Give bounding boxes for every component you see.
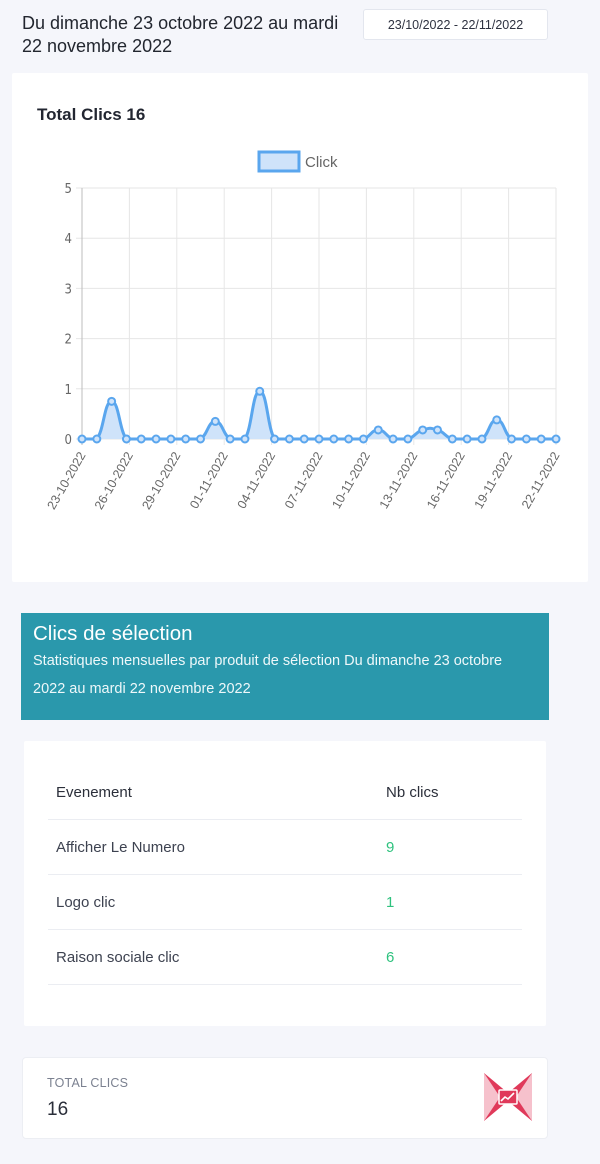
data-point [255, 386, 265, 396]
data-point [536, 434, 546, 444]
chart-logo-icon [484, 1073, 532, 1121]
column-header-clicks: Nb clics [378, 766, 522, 820]
x-tick-label: 19-11-2022 [472, 449, 516, 511]
data-point [240, 434, 250, 444]
y-tick-label: 1 [65, 383, 72, 398]
y-tick-label: 4 [65, 232, 72, 247]
data-point [92, 434, 102, 444]
x-tick-label: 13-11-2022 [377, 449, 421, 511]
data-point [329, 434, 339, 444]
data-point [373, 425, 383, 435]
selection-title: Clics de sélection [33, 622, 193, 645]
x-tick-label: 22-11-2022 [519, 449, 563, 511]
data-point [447, 434, 457, 444]
data-point [225, 434, 235, 444]
data-point [121, 434, 131, 444]
data-point [521, 434, 531, 444]
table-row: Raison sociale clic 6 [48, 929, 522, 985]
data-point [107, 396, 117, 406]
event-cell: Logo clic [48, 874, 378, 930]
data-point [151, 434, 161, 444]
data-point [166, 434, 176, 444]
y-tick-label: 3 [65, 282, 72, 297]
selection-subtitle: Statistiques mensuelles par produit de s… [33, 653, 503, 697]
data-point [403, 434, 413, 444]
y-tick-label: 5 [65, 182, 72, 197]
legend-swatch [257, 150, 301, 173]
data-point [388, 434, 398, 444]
column-header-event: Evenement [48, 766, 378, 820]
selection-banner: Clics de sélection Statistiques mensuell… [21, 613, 549, 720]
x-tick-label: 07-11-2022 [282, 449, 326, 511]
data-point [77, 434, 87, 444]
event-cell: Raison sociale clic [48, 929, 378, 985]
clicks-cell: 9 [378, 819, 522, 875]
x-tick-label: 01-11-2022 [187, 449, 231, 511]
data-point [492, 415, 502, 425]
page-title: Du dimanche 23 octobre 2022 au mardi 22 … [22, 13, 339, 56]
x-tick-label: 10-11-2022 [329, 449, 373, 511]
data-point [551, 434, 561, 444]
x-tick-label: 16-11-2022 [424, 449, 468, 511]
y-tick-label: 0 [65, 433, 72, 448]
data-point [284, 434, 294, 444]
table-row: Logo clic 1 [48, 874, 522, 930]
data-point [299, 434, 309, 444]
clicks-chart: 0 1 2 3 4 5 23-10-2022 26-10-2022 29-10-2022 01-1… [44, 150, 563, 512]
chart-card: Total Clics 16 0 1 2 3 4 5 23-10-2022 26-10-202… [12, 73, 588, 582]
data-point [136, 434, 146, 444]
x-tick-label: 26-10-2022 [92, 449, 136, 511]
data-point [210, 416, 220, 426]
total-clicks-value: 16 [47, 1099, 69, 1120]
data-point [270, 434, 280, 444]
data-point [344, 434, 354, 444]
data-point [477, 434, 487, 444]
total-clicks-label: TOTAL CLICS [47, 1076, 129, 1090]
data-point [358, 434, 368, 444]
data-point [196, 434, 205, 444]
data-point [181, 434, 191, 444]
clicks-cell: 6 [378, 929, 522, 985]
table-row: Afficher Le Numero 9 [48, 819, 522, 875]
legend-label: Click [305, 154, 338, 171]
x-tick-label: 04-11-2022 [235, 449, 279, 511]
total-clicks-card: TOTAL CLICS 16 [22, 1057, 548, 1139]
clicks-cell: 1 [378, 874, 522, 930]
data-point [507, 434, 517, 444]
event-cell: Afficher Le Numero [48, 819, 378, 875]
x-tick-label: 23-10-2022 [44, 449, 88, 511]
data-point [418, 425, 428, 435]
date-range-picker[interactable]: 23/10/2022 - 22/11/2022 [363, 9, 548, 40]
stats-table-card: Evenement Nb clics Afficher Le Numero 9 … [24, 741, 546, 1026]
table-header-row: Evenement Nb clics [48, 766, 522, 820]
data-point [462, 434, 472, 444]
stats-table: Evenement Nb clics Afficher Le Numero 9 … [48, 766, 522, 985]
x-tick-label: 29-10-2022 [139, 449, 183, 511]
y-tick-label: 2 [65, 333, 72, 348]
data-point [314, 434, 324, 444]
data-point [433, 425, 442, 435]
